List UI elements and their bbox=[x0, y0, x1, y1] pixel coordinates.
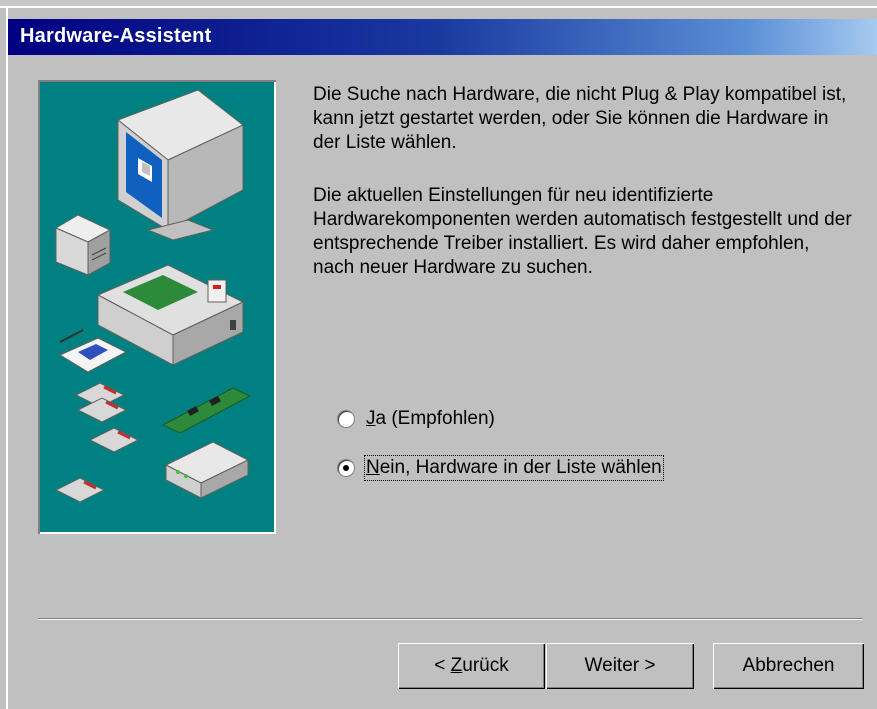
next-button[interactable]: Weiter > bbox=[546, 643, 694, 689]
back-prefix: < bbox=[434, 655, 451, 676]
title-bar[interactable]: Hardware-Assistent bbox=[8, 19, 877, 55]
back-mnemonic: Z bbox=[450, 655, 463, 676]
monitor-icon bbox=[117, 89, 244, 241]
window-title: Hardware-Assistent bbox=[20, 25, 212, 47]
option-yes-mnemonic: J bbox=[366, 408, 376, 429]
modem-icon bbox=[164, 441, 250, 499]
info-paragraph: Die aktuellen Einstellungen für neu iden… bbox=[313, 185, 852, 278]
radio-no[interactable] bbox=[338, 460, 354, 476]
separator-line bbox=[38, 618, 863, 620]
option-yes-label[interactable]: Ja (Empfohlen) bbox=[366, 408, 495, 430]
back-label: urück bbox=[462, 655, 509, 676]
drive-icon bbox=[54, 214, 112, 276]
radio-selected-dot bbox=[343, 465, 349, 471]
window-top-frame bbox=[0, 0, 877, 8]
intro-paragraph: Die Suche nach Hardware, die nicht Plug … bbox=[313, 84, 847, 153]
cancel-button[interactable]: Abbrechen bbox=[713, 643, 864, 689]
option-yes-text: a (Empfohlen) bbox=[375, 408, 495, 429]
next-label: Weiter > bbox=[584, 655, 656, 676]
option-no-mnemonic: N bbox=[366, 457, 380, 478]
floppy-disks-icon bbox=[54, 382, 140, 503]
hardware-illustration bbox=[38, 80, 276, 534]
window-left-frame bbox=[0, 8, 8, 709]
radio-yes[interactable] bbox=[338, 411, 354, 427]
back-button[interactable]: < Zurück bbox=[398, 643, 545, 689]
option-no-text: ein, Hardware in der Liste wählen bbox=[379, 457, 662, 478]
expansion-card-icon bbox=[161, 387, 252, 434]
option-no-label[interactable]: Nein, Hardware in der Liste wählen bbox=[364, 455, 664, 481]
window-frame-strip bbox=[8, 8, 877, 19]
option-yes-recommended[interactable]: Ja (Empfohlen) bbox=[338, 405, 495, 433]
option-no-choose-from-list[interactable]: Nein, Hardware in der Liste wählen bbox=[338, 454, 664, 482]
notepad-icon bbox=[58, 329, 128, 373]
cancel-label: Abbrechen bbox=[742, 655, 835, 676]
